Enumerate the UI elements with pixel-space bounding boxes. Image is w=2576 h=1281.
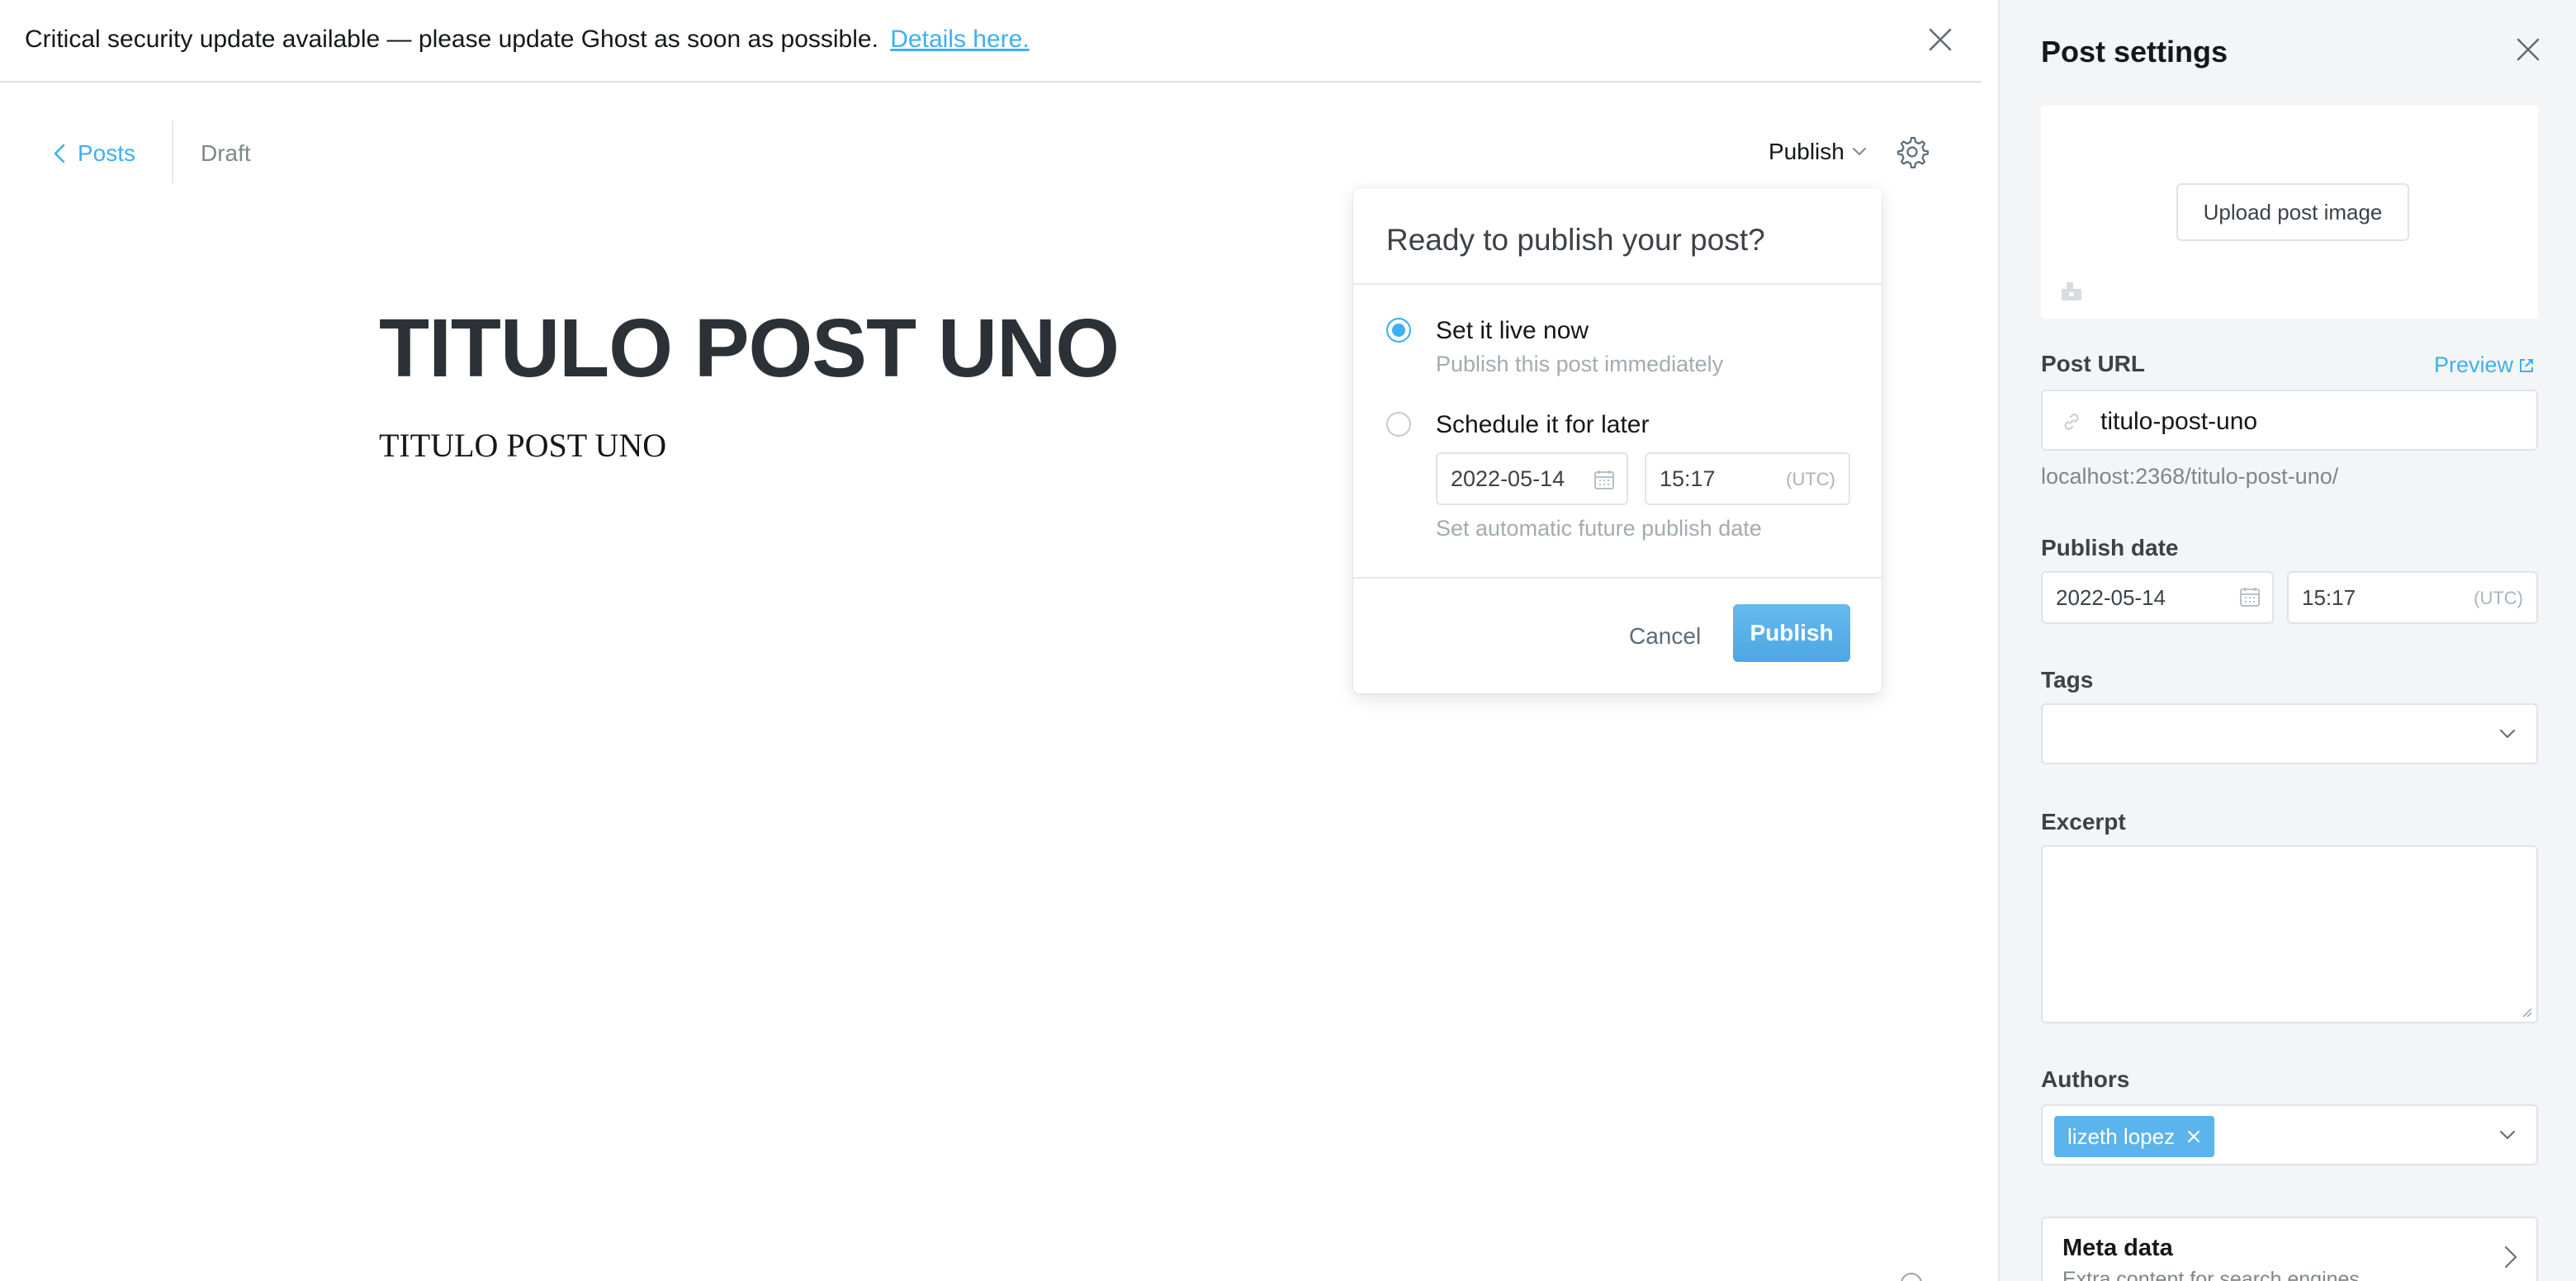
cancel-button[interactable]: Cancel — [1629, 613, 1701, 659]
radio-set-live-now[interactable] — [1386, 318, 1411, 343]
post-settings-panel: Post settings Upload post image Post URL… — [1998, 0, 2576, 1281]
publish-timezone: (UTC) — [2474, 588, 2523, 608]
post-url-label: Post URL — [2041, 351, 2145, 376]
post-body-editor[interactable]: TITULO POST UNO — [379, 426, 666, 465]
calendar-icon — [1594, 470, 1614, 489]
banner-message: Critical security update available — ple… — [25, 26, 1030, 54]
option-schedule-label[interactable]: Schedule it for later — [1436, 411, 1649, 439]
post-status: Draft — [201, 140, 251, 166]
chevron-right-icon — [2505, 1246, 2517, 1268]
gear-icon[interactable] — [1896, 135, 1929, 168]
option-now-label[interactable]: Set it live now — [1436, 317, 1589, 345]
chevron-down-icon — [2500, 730, 2515, 738]
close-icon[interactable] — [2515, 36, 2541, 63]
chevron-down-icon — [2500, 1131, 2515, 1139]
publish-menu-trigger[interactable]: Publish — [1769, 139, 1868, 165]
publish-date-input[interactable]: 2022-05-14 — [2041, 571, 2274, 624]
link-icon — [2064, 414, 2079, 430]
chevron-left-icon — [54, 144, 65, 163]
publish-time-value: 15:17 — [2302, 584, 2356, 610]
publish-trigger-label: Publish — [1769, 139, 1844, 164]
divider — [1353, 577, 1882, 579]
back-to-posts-link[interactable]: Posts — [53, 137, 135, 170]
security-banner: Critical security update available — ple… — [0, 0, 1982, 83]
tags-select[interactable] — [2041, 703, 2538, 764]
publish-date-label: Publish date — [2041, 535, 2179, 560]
tags-label: Tags — [2041, 667, 2094, 692]
banner-details-link[interactable]: Details here. — [890, 26, 1029, 53]
back-link-label: Posts — [78, 140, 136, 166]
meta-data-title: Meta data — [2062, 1235, 2173, 1261]
schedule-date-input[interactable]: 2022-05-14 — [1436, 452, 1628, 505]
radio-schedule-later[interactable] — [1386, 412, 1411, 437]
option-schedule-description: Set automatic future publish date — [1436, 516, 1762, 541]
schedule-time-input[interactable]: 15:17 (UTC) — [1645, 452, 1850, 505]
excerpt-textarea[interactable] — [2041, 845, 2538, 1023]
preview-label: Preview — [2434, 352, 2514, 377]
panel-title: Post settings — [2041, 35, 2228, 69]
option-now-description: Publish this post immediately — [1436, 352, 1724, 376]
banner-message-text: Critical security update available — ple… — [25, 26, 878, 53]
chevron-down-icon — [1852, 148, 1866, 155]
publish-time-input[interactable]: 15:17 (UTC) — [2287, 571, 2538, 624]
post-image-uploader: Upload post image — [2041, 106, 2538, 319]
publish-menu: Ready to publish your post? Set it live … — [1353, 188, 1882, 693]
schedule-date-value: 2022-05-14 — [1451, 466, 1565, 491]
publish-button[interactable]: Publish — [1733, 604, 1850, 662]
meta-data-link[interactable]: Meta data Extra content for search engin… — [2041, 1217, 2538, 1281]
preview-link[interactable]: Preview — [2434, 352, 2535, 378]
external-link-icon — [2520, 358, 2534, 372]
excerpt-label: Excerpt — [2041, 809, 2126, 834]
author-token[interactable]: lizeth lopez — [2054, 1116, 2215, 1157]
post-url-input[interactable]: titulo-post-uno — [2041, 390, 2538, 451]
remove-author-icon[interactable] — [2186, 1129, 2201, 1144]
post-url-hint: localhost:2368/titulo-post-uno/ — [2041, 464, 2339, 489]
resize-grip-icon[interactable] — [2520, 1005, 2533, 1019]
help-icon[interactable] — [1899, 1271, 1924, 1281]
image-placeholder-icon — [2062, 282, 2081, 300]
divider — [1353, 283, 1882, 285]
close-icon[interactable] — [1925, 25, 1955, 54]
publish-menu-title: Ready to publish your post? — [1386, 223, 1765, 257]
publish-date-value: 2022-05-14 — [2056, 584, 2166, 610]
calendar-icon — [2240, 588, 2260, 607]
meta-data-subtitle: Extra content for search engines — [2062, 1268, 2360, 1281]
author-name: lizeth lopez — [2067, 1123, 2176, 1149]
schedule-timezone: (UTC) — [1786, 469, 1835, 489]
upload-post-image-button[interactable]: Upload post image — [2176, 183, 2409, 241]
authors-select[interactable]: lizeth lopez — [2041, 1104, 2538, 1165]
schedule-time-value: 15:17 — [1660, 466, 1716, 491]
authors-label: Authors — [2041, 1066, 2130, 1092]
header-divider — [172, 121, 173, 183]
post-title[interactable]: TITULO POST UNO — [379, 301, 1120, 396]
post-url-value: titulo-post-uno — [2100, 408, 2258, 435]
